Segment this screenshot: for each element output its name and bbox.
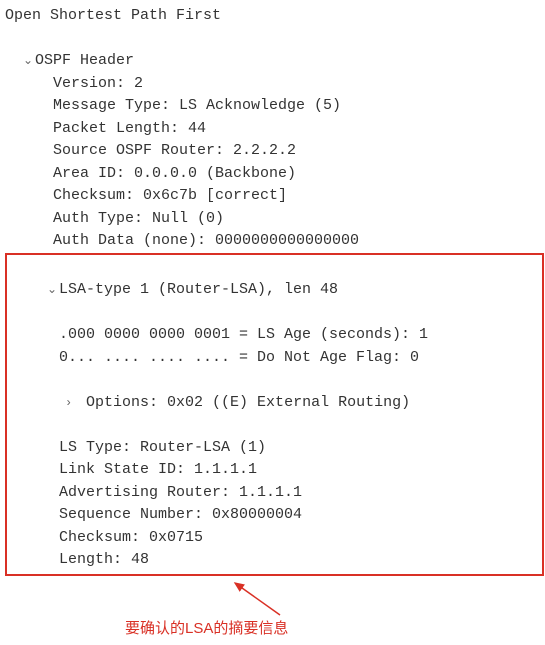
field-checksum[interactable]: Checksum: 0x6c7b [correct] (5, 185, 545, 208)
annotation-text: 要确认的LSA的摘要信息 (125, 618, 288, 641)
field-version[interactable]: Version: 2 (5, 73, 545, 96)
field-message-type[interactable]: Message Type: LS Acknowledge (5) (5, 95, 545, 118)
field-packet-length[interactable]: Packet Length: 44 (5, 118, 545, 141)
field-lsa-length[interactable]: Length: 48 (11, 549, 538, 572)
field-source-router[interactable]: Source OSPF Router: 2.2.2.2 (5, 140, 545, 163)
field-auth-type[interactable]: Auth Type: Null (0) (5, 208, 545, 231)
field-area-id[interactable]: Area ID: 0.0.0.0 (Backbone) (5, 163, 545, 186)
field-options-label: Options: 0x02 ((E) External Routing) (86, 394, 410, 411)
caret-right-icon: › (65, 394, 77, 412)
lsa-highlight-box: ⌄LSA-type 1 (Router-LSA), len 48 .000 00… (5, 253, 544, 576)
caret-down-icon: ⌄ (23, 52, 35, 70)
field-advertising-router[interactable]: Advertising Router: 1.1.1.1 (11, 482, 538, 505)
lsa-label: LSA-type 1 (Router-LSA), len 48 (59, 281, 338, 298)
field-ls-age[interactable]: .000 0000 0000 0001 = LS Age (seconds): … (11, 324, 538, 347)
field-link-state-id[interactable]: Link State ID: 1.1.1.1 (11, 459, 538, 482)
lsa-row[interactable]: ⌄LSA-type 1 (Router-LSA), len 48 (11, 257, 538, 325)
annotation-arrow-icon (190, 580, 310, 620)
field-options-row[interactable]: › Options: 0x02 ((E) External Routing) (11, 369, 538, 437)
ospf-header-label: OSPF Header (35, 52, 134, 69)
ospf-header-row[interactable]: ⌄OSPF Header (5, 28, 545, 73)
field-auth-data[interactable]: Auth Data (none): 0000000000000000 (5, 230, 545, 253)
packet-title: Open Shortest Path First (5, 5, 545, 28)
field-do-not-age[interactable]: 0... .... .... .... = Do Not Age Flag: 0 (11, 347, 538, 370)
field-ls-type[interactable]: LS Type: Router-LSA (1) (11, 437, 538, 460)
field-lsa-checksum[interactable]: Checksum: 0x0715 (11, 527, 538, 550)
annotation-container: 要确认的LSA的摘要信息 (5, 580, 545, 640)
caret-down-icon: ⌄ (47, 281, 59, 299)
field-sequence-number[interactable]: Sequence Number: 0x80000004 (11, 504, 538, 527)
